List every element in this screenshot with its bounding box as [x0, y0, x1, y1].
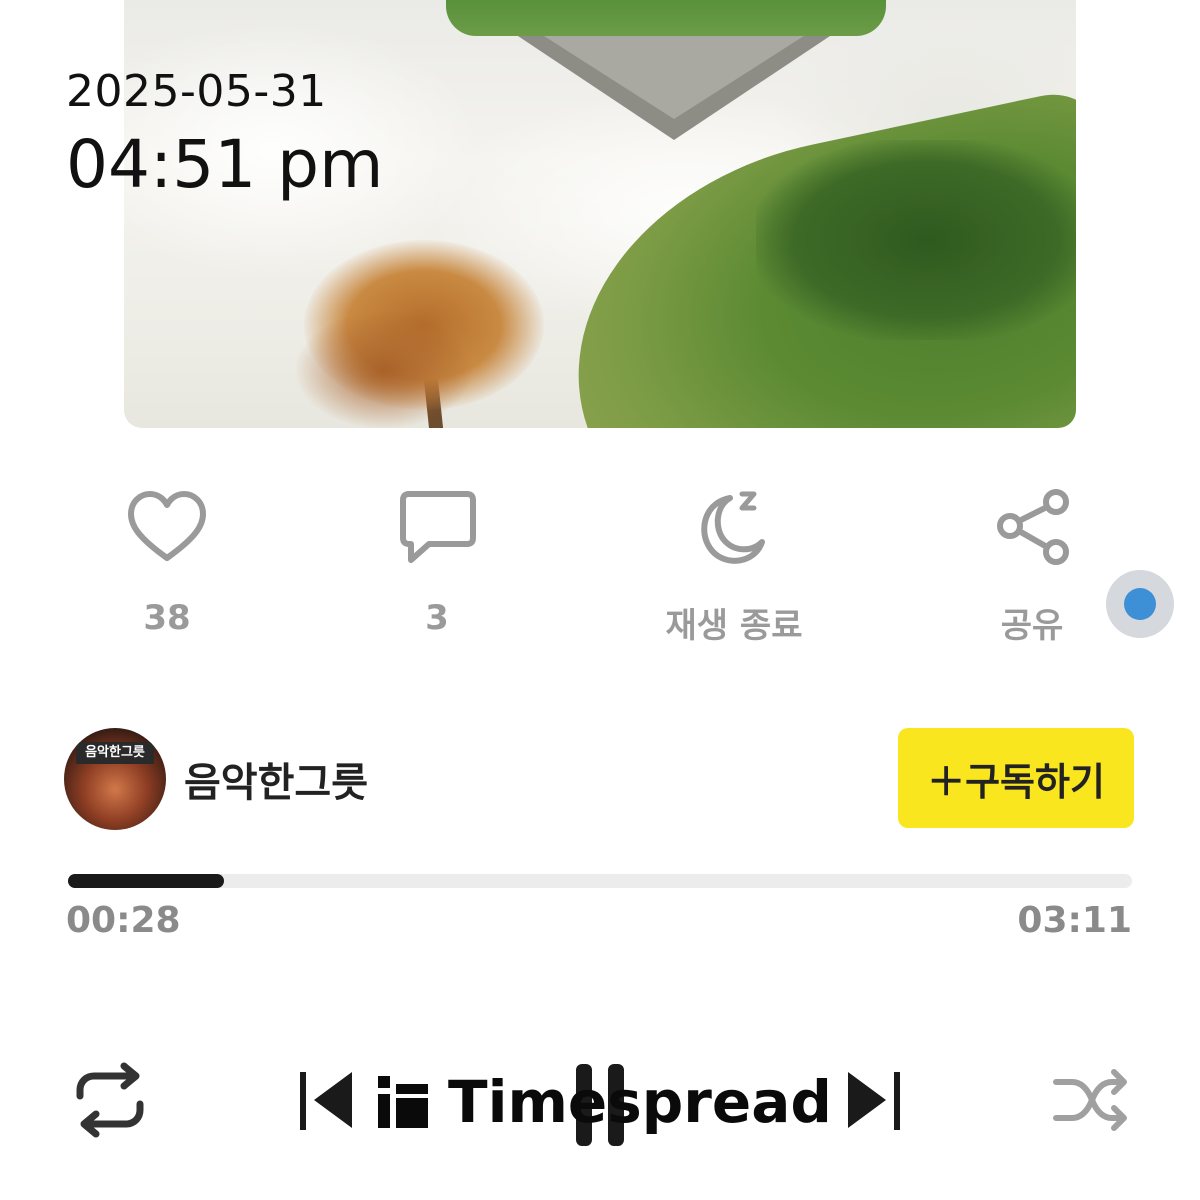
current-time: 00:28	[66, 900, 181, 941]
sleep-timer-label: 재생 종료	[665, 606, 803, 646]
channel-avatar[interactable]: 음악한그릇	[64, 728, 166, 830]
comment-button[interactable]: 3	[327, 480, 547, 638]
watermark: Timespread	[378, 1068, 832, 1136]
comment-icon	[400, 491, 476, 563]
previous-track-icon[interactable]	[298, 1060, 358, 1140]
channel-name[interactable]: 음악한그릇	[184, 750, 368, 808]
share-button[interactable]: 공유	[922, 480, 1142, 647]
artwork-hill-shadow	[756, 140, 1076, 340]
watermark-logo-icon	[378, 1076, 428, 1128]
like-count: 38	[143, 598, 191, 638]
progress-track[interactable]	[68, 874, 1132, 888]
artwork-floating-island-grass	[446, 0, 886, 36]
floating-assist-button[interactable]	[1106, 570, 1174, 638]
comment-count: 3	[425, 598, 449, 638]
share-icon	[997, 489, 1069, 565]
subscribe-button[interactable]: ＋구독하기	[898, 728, 1134, 828]
like-button[interactable]: 38	[57, 480, 277, 638]
repeat-icon[interactable]	[72, 1060, 148, 1140]
overlay-date: 2025-05-31	[66, 66, 327, 117]
total-time: 03:11	[1017, 900, 1132, 941]
artwork-tree-crown	[294, 310, 474, 428]
shuffle-icon[interactable]	[1052, 1060, 1130, 1140]
next-track-icon[interactable]	[842, 1060, 902, 1140]
album-artwork	[124, 0, 1076, 428]
avatar-text: 음악한그릇	[76, 742, 154, 764]
action-bar: 38 3 재생 종료 공유	[0, 480, 1200, 650]
progress-fill	[68, 874, 225, 888]
watermark-text: Timespread	[448, 1068, 832, 1136]
sleep-timer-button[interactable]: 재생 종료	[624, 480, 844, 647]
overlay-time: 04:51 pm	[66, 126, 384, 203]
sleep-timer-icon	[701, 491, 765, 564]
heart-icon	[128, 491, 206, 561]
